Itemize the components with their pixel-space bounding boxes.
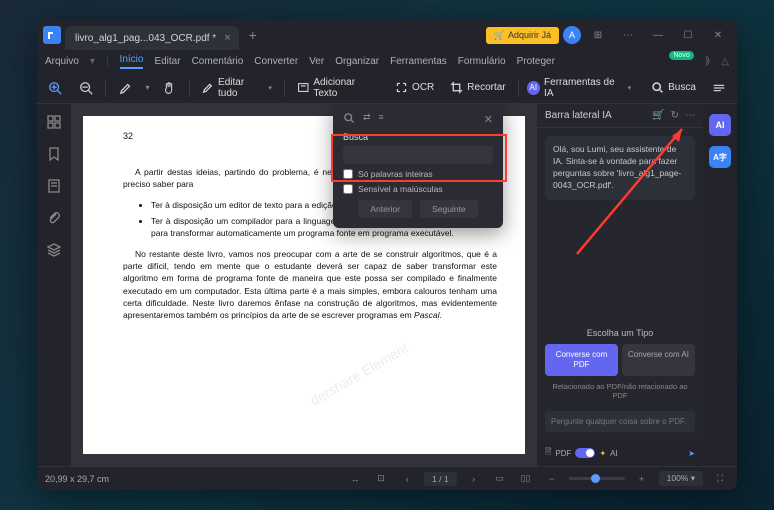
zoom-minus-icon[interactable]: − xyxy=(543,470,561,488)
ai-sidebar: Barra lateral IA 🛒 ↻ ⋯ Olá, sou Lumi, se… xyxy=(537,104,703,466)
search-button[interactable]: Busca xyxy=(647,81,700,94)
zoom-in-icon[interactable] xyxy=(43,76,66,100)
menu-collapse-icon[interactable]: △ xyxy=(721,56,729,67)
panel-toggle-icon[interactable] xyxy=(708,76,731,100)
ai-sidebar-header: Barra lateral IA 🛒 ↻ ⋯ xyxy=(537,104,703,128)
menubar: Arquivo ▾ | Início Editar Comentário Con… xyxy=(37,50,737,72)
view-single-icon[interactable]: ▭ xyxy=(491,470,509,488)
doc-icon: 🗎 xyxy=(545,446,551,460)
close-button[interactable]: ✕ xyxy=(705,24,731,46)
right-rail: AI A字 xyxy=(703,104,737,466)
assistant-message: Olá, sou Lumi, seu assistente de IA. Sin… xyxy=(545,136,695,200)
app-window: livro_alg1_pag...043_OCR.pdf * × + 🛒 Adq… xyxy=(37,20,737,490)
converse-ai-button[interactable]: Converse com AI xyxy=(622,344,695,375)
menu-organizar[interactable]: Organizar xyxy=(335,56,379,67)
menu-proteger[interactable]: Proteger xyxy=(517,56,555,67)
menu-formulario[interactable]: Formulário xyxy=(458,56,506,67)
menu-ferramentas[interactable]: Ferramentas xyxy=(390,56,447,67)
zoom-plus-icon[interactable]: + xyxy=(633,470,651,488)
filter-icon[interactable]: ≡ xyxy=(379,112,384,126)
zoom-out-icon[interactable] xyxy=(74,76,97,100)
menu-ver[interactable]: Ver xyxy=(309,56,324,67)
tab-close-icon[interactable]: × xyxy=(224,32,230,44)
main-area: 32 CAPÍTULO 1 A partir destas ideias, pa… xyxy=(37,104,737,466)
maximize-button[interactable]: ☐ xyxy=(675,24,701,46)
close-icon[interactable]: ✕ xyxy=(484,113,493,126)
page-number: 32 xyxy=(123,130,133,143)
ai-rail-icon[interactable]: AI xyxy=(709,114,731,136)
search-icon[interactable] xyxy=(343,112,355,126)
menu-expand-icon[interactable]: ⟫ xyxy=(705,56,711,67)
menu-inicio[interactable]: Início xyxy=(120,54,144,69)
watermark: dershare Element xyxy=(307,337,413,410)
view-double-icon[interactable]: ▯▯ xyxy=(517,470,535,488)
fit-width-icon[interactable]: ↔ xyxy=(346,470,364,488)
tab-title: livro_alg1_pag...043_OCR.pdf * xyxy=(75,33,216,44)
ocr-button[interactable]: OCR xyxy=(391,81,438,94)
converse-pdf-button[interactable]: Converse com PDF xyxy=(545,344,618,375)
whole-words-checkbox[interactable]: Só palavras inteiras xyxy=(343,169,493,179)
prev-page-icon[interactable]: ‹ xyxy=(398,470,416,488)
highlighter-icon[interactable] xyxy=(114,76,137,100)
ai-tools-button[interactable]: AI Ferramentas de IA ▾ xyxy=(527,77,631,99)
type-subtitle: Relacionado ao PDF/não relacionado ao PD… xyxy=(537,376,703,412)
send-icon[interactable]: ➤ xyxy=(688,449,695,458)
acquire-button[interactable]: 🛒 Adquirir Já xyxy=(486,27,559,44)
search-input[interactable] xyxy=(343,146,493,164)
left-sidebar xyxy=(37,104,71,466)
zoom-slider[interactable] xyxy=(569,477,625,480)
page-dimensions: 20,99 x 29,7 cm xyxy=(45,474,109,484)
case-sensitive-checkbox[interactable]: Sensível a maiúsculas xyxy=(343,184,493,194)
choose-type-label: Escolha um Tipo xyxy=(537,328,703,338)
ai-icon: AI xyxy=(527,81,540,95)
pdf-toggle[interactable] xyxy=(575,448,595,458)
add-text-button[interactable]: Adicionar Texto xyxy=(293,77,383,99)
bookmarks-icon[interactable] xyxy=(46,146,62,162)
fullscreen-icon[interactable]: ⛶ xyxy=(711,470,729,488)
menu-editar[interactable]: Editar xyxy=(154,56,180,67)
layers-icon[interactable] xyxy=(46,242,62,258)
prev-button[interactable]: Anterior xyxy=(358,200,412,218)
settings-icon[interactable]: ⊞ xyxy=(585,24,611,46)
fit-page-icon[interactable]: ⊡ xyxy=(372,470,390,488)
user-avatar[interactable]: A xyxy=(563,26,581,44)
more-icon[interactable]: ⋯ xyxy=(685,110,695,121)
crop-button[interactable]: Recortar xyxy=(446,81,509,94)
edit-all-button[interactable]: Editar tudo ▾ xyxy=(198,77,276,99)
ai-sidebar-footer: 🗎 PDF ✦ AI ➤ xyxy=(537,440,703,466)
hand-icon[interactable] xyxy=(157,76,180,100)
replace-icon[interactable]: ⇄ xyxy=(363,112,371,126)
menu-comentario[interactable]: Comentário xyxy=(192,56,244,67)
statusbar: 20,99 x 29,7 cm ↔ ⊡ ‹ 1 / 1 › ▭ ▯▯ − + 1… xyxy=(37,466,737,490)
minimize-button[interactable]: — xyxy=(645,24,671,46)
sparkle-icon: ✦ xyxy=(599,449,606,458)
toolbar: ▾ Editar tudo ▾ Adicionar Texto OCR Reco… xyxy=(37,72,737,104)
menu-file[interactable]: Arquivo xyxy=(45,56,79,67)
menu-chevron-icon[interactable]: ▾ xyxy=(90,56,95,67)
cart-icon[interactable]: 🛒 xyxy=(652,110,664,121)
new-badge: Novo xyxy=(669,51,693,60)
page-indicator[interactable]: 1 / 1 xyxy=(424,472,457,486)
menu-converter[interactable]: Converter xyxy=(254,56,298,67)
cart-icon: 🛒 xyxy=(494,30,505,41)
history-icon[interactable]: ↻ xyxy=(671,110,679,121)
translate-rail-icon[interactable]: A字 xyxy=(709,146,731,168)
prompt-input[interactable]: Pergunte qualquer coisa sobre o PDF. xyxy=(545,411,695,432)
ai-sidebar-title: Barra lateral IA xyxy=(545,110,612,121)
search-panel: ⇄ ≡ ✕ Busca Só palavras inteiras Sensíve… xyxy=(333,104,503,228)
attachments-icon[interactable] xyxy=(46,210,62,226)
zoom-level[interactable]: 100% ▾ xyxy=(659,471,703,486)
next-page-icon[interactable]: › xyxy=(465,470,483,488)
new-tab-button[interactable]: + xyxy=(243,27,263,43)
document-tab[interactable]: livro_alg1_pag...043_OCR.pdf * × xyxy=(65,26,239,50)
more-icon[interactable]: ⋯ xyxy=(615,24,641,46)
app-logo xyxy=(43,26,61,44)
dropdown-icon[interactable]: ▾ xyxy=(145,83,149,92)
thumbnails-icon[interactable] xyxy=(46,114,62,130)
next-button[interactable]: Seguinte xyxy=(420,200,478,218)
titlebar: livro_alg1_pag...043_OCR.pdf * × + 🛒 Adq… xyxy=(37,20,737,50)
comments-icon[interactable] xyxy=(46,178,62,194)
search-label: Busca xyxy=(343,132,493,142)
paragraph: No restante deste livro, vamos nos preoc… xyxy=(123,248,497,322)
